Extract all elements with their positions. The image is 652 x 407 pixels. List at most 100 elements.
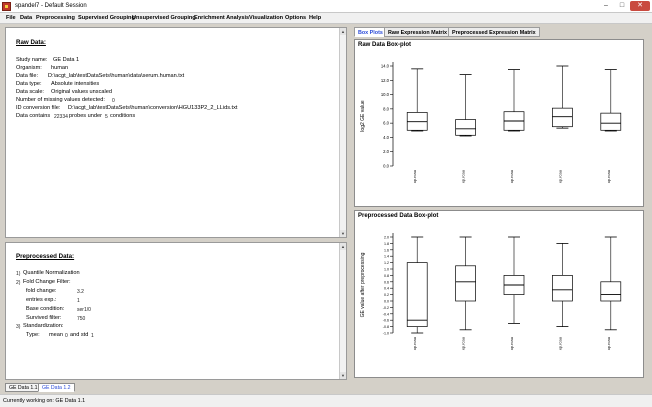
y-tick-label: 1.0 <box>384 268 389 272</box>
data-scale-label: Data scale: <box>16 89 44 95</box>
y-tick-label: 6.0 <box>383 121 389 126</box>
y-tick-label: 10.0 <box>381 92 390 97</box>
menu-enrichment-analysis[interactable]: Enrichment Analysis <box>193 14 250 22</box>
menu-help[interactable]: Help <box>308 14 322 22</box>
tab-raw-expression-matrix[interactable]: Raw Expression Matrix <box>384 27 452 37</box>
raw-boxplot-panel: Raw Data Box-plot 0.0 2.0 4.0 6.0 8.0 10.0 12.… <box>354 39 644 207</box>
menu-supervised-grouping[interactable]: Supervised Grouping <box>77 14 136 22</box>
standardization-and-label: and std <box>70 332 89 338</box>
standardization-std-value: 1 <box>91 333 94 339</box>
box-iqr <box>552 107 573 128</box>
y-tick-label: 14.0 <box>381 64 390 69</box>
x-tick-label: xp.rcau <box>509 337 514 350</box>
x-tick-label: xp.rcau <box>606 170 611 183</box>
survived-filter-label: Survived filter: <box>26 315 62 321</box>
id-conversion-label: ID conversion file: <box>16 105 61 111</box>
y-tick-label: 2.0 <box>384 236 389 240</box>
window-title: spandel7 - Default Session <box>15 3 87 9</box>
id-conversion-value: D:\acgt_lab\testDataSets\human\conversio… <box>68 105 238 111</box>
x-tick-label: xp.rcau <box>412 337 417 350</box>
menu-file[interactable]: File <box>5 14 17 22</box>
raw-data-heading: Raw Data: <box>16 39 46 46</box>
y-tick-label: 12.0 <box>381 78 390 83</box>
y-tick-label: 1.2 <box>384 261 389 265</box>
y-tick-label: -1.0 <box>383 332 389 336</box>
scroll-up-arrow-icon[interactable]: ▲ <box>340 28 346 35</box>
raw-boxplot-chart: 0.0 2.0 4.0 6.0 8.0 10.0 12.0 14.0 log2 GE value… <box>360 62 622 183</box>
x-tick-label: xp.rcau <box>461 170 466 183</box>
standardization-mean-label: mean <box>49 332 63 338</box>
y-tick-label: -0.4 <box>383 312 389 316</box>
entries-label: entries exp.: <box>26 297 57 303</box>
base-condition-label: Base condition: <box>26 306 65 312</box>
y-tick-label: 0.8 <box>384 274 389 278</box>
data-file-label: Data file: <box>16 73 39 79</box>
data-file-value: D:\acgt_lab\testDataSets\human\data\seru… <box>48 73 185 79</box>
preprocessed-boxplot-panel: Preprocessed Data Box-plot -1.0 -0.8 -0.6-… <box>354 210 644 378</box>
maximize-button[interactable]: □ <box>614 1 630 11</box>
menu-data[interactable]: Data <box>19 14 33 22</box>
menu-unsupervised-grouping[interactable]: Unsupervised Grouping <box>131 14 197 22</box>
menu-bar: File Data Preprocessing Supervised Group… <box>0 13 652 24</box>
tab-ge-data-1-2[interactable]: GE Data 1.2 <box>38 383 75 392</box>
preprocessed-data-panel: Preprocessed Data: 1) Quantile Normaliza… <box>5 242 347 380</box>
status-text: Currently working on: GE Data 1.1 <box>3 398 86 404</box>
status-bar: Currently working on: GE Data 1.1 <box>0 394 652 407</box>
scroll-up-arrow-icon[interactable]: ▲ <box>340 243 346 250</box>
box-iqr <box>455 265 476 302</box>
study-name-label: Study name: <box>16 57 48 63</box>
missing-values-label: Number of missing values detected: <box>16 97 105 103</box>
preprocessed-data-heading: Preprocessed Data: <box>16 253 75 260</box>
raw-panel-scrollbar[interactable]: ▲ ▼ <box>339 28 346 237</box>
step1-number: 1) <box>16 271 21 277</box>
tab-box-plots[interactable]: Box Plots <box>354 27 387 37</box>
data-contains-label: Data contains <box>16 113 51 119</box>
y-axis-label: log2 GE value <box>360 100 366 132</box>
y-tick-label: 0.4 <box>384 287 389 291</box>
scroll-down-arrow-icon[interactable]: ▼ <box>340 230 346 237</box>
menu-preprocessing[interactable]: Preprocessing <box>35 14 76 22</box>
step1-label: Quantile Normalization <box>23 270 80 276</box>
fold-change-value: 3.2 <box>77 289 84 295</box>
y-tick-label: -0.2 <box>383 306 389 310</box>
box-iqr <box>406 262 428 327</box>
step3-number: 3) <box>16 324 21 330</box>
minimize-button[interactable]: – <box>598 1 614 11</box>
step3-label: Standardization: <box>23 323 64 329</box>
x-tick-label: xp.rcau <box>412 170 417 183</box>
survived-filter-value: 750 <box>77 316 86 322</box>
y-tick-label: -0.8 <box>383 325 389 329</box>
base-condition-value: ser1/0 <box>77 307 91 313</box>
preprocessed-panel-scrollbar[interactable]: ▲ ▼ <box>339 243 346 379</box>
data-contains-mid: probes under <box>69 113 102 119</box>
x-tick-label: xp.rcau <box>461 337 466 350</box>
scroll-down-arrow-icon[interactable]: ▼ <box>340 372 346 379</box>
x-tick-label: xp.rcau <box>606 337 611 350</box>
standardization-type-label: Type: <box>26 332 40 338</box>
standardization-mean-value: 0 <box>65 333 68 339</box>
box-iqr <box>455 119 476 136</box>
missing-values-value: 0 <box>112 98 115 104</box>
fold-change-label: fold change: <box>26 288 57 294</box>
y-tick-label: 2.0 <box>383 149 389 154</box>
step2-number: 2) <box>16 280 21 286</box>
y-tick-label: 1.6 <box>384 248 389 252</box>
y-tick-label: 1.4 <box>384 255 389 259</box>
menu-options[interactable]: Options <box>284 14 307 22</box>
x-tick-label: xp.rcau <box>509 170 514 183</box>
close-button[interactable]: ✕ <box>630 1 650 11</box>
tab-ge-data-1-1[interactable]: GE Data 1.1 <box>5 383 42 392</box>
box-iqr <box>552 275 573 302</box>
y-tick-label: 0.2 <box>384 293 389 297</box>
app-icon <box>2 2 11 11</box>
x-tick-label: xp.rcau <box>557 337 562 350</box>
tab-preprocessed-expression-matrix[interactable]: Preprocessed Expression Matrix <box>448 27 540 37</box>
organism-value: human <box>51 65 69 71</box>
condition-count: 5 <box>105 114 108 120</box>
y-tick-label: 0.6 <box>384 280 389 284</box>
box-iqr <box>600 281 622 302</box>
box-iqr <box>600 112 622 131</box>
data-type-label: Data type: <box>16 81 42 87</box>
title-bar: spandel7 - Default Session – □ ✕ <box>0 0 652 13</box>
menu-visualization[interactable]: Visualization <box>248 14 284 22</box>
